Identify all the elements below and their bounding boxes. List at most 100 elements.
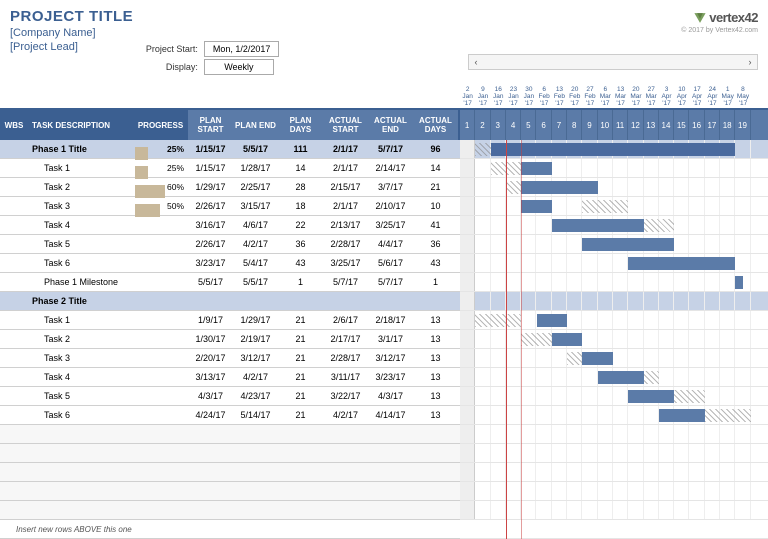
empty-row <box>0 425 460 444</box>
table-row[interactable]: Task 54/3/174/23/17213/22/174/3/1713 <box>0 387 460 406</box>
column-headers: WBS TASK DESCRIPTION PROGRESS PLAN START… <box>0 110 460 140</box>
empty-row <box>0 444 460 463</box>
table-row[interactable]: Task 350%2/26/173/15/17182/1/172/10/1710 <box>0 197 460 216</box>
table-row[interactable]: Phase 1 Title25%1/15/175/5/171112/1/175/… <box>0 140 460 159</box>
task-name: Task 4 <box>28 220 133 230</box>
week-number: 1 <box>460 110 475 140</box>
date-cell: 10Apr'17 <box>674 85 689 108</box>
table-row[interactable]: Task 43/13/174/2/17213/11/173/23/1713 <box>0 368 460 387</box>
gantt-plan-bar <box>582 200 628 213</box>
gantt-actual-bar <box>491 143 736 156</box>
table-row[interactable]: Task 21/30/172/19/17212/17/173/1/1713 <box>0 330 460 349</box>
today-line <box>506 140 507 539</box>
gantt-chart: 12345678910111213141516171819 <box>460 110 768 539</box>
table-row[interactable]: Task 63/23/175/4/17433/25/175/6/1743 <box>0 254 460 273</box>
date-cell: 13Mar'17 <box>613 85 628 108</box>
company-name: [Company Name] <box>10 27 279 39</box>
gantt-actual-bar <box>659 409 705 422</box>
gantt-actual-bar <box>582 238 674 251</box>
gantt-actual-bar <box>521 162 552 175</box>
display-label: Display: <box>128 62 198 72</box>
gantt-actual-bar <box>598 371 644 384</box>
date-cell: 2Jan'17 <box>460 85 475 108</box>
progress-cell: 25% <box>133 144 188 154</box>
scroll-left-icon[interactable]: ‹ <box>469 55 483 69</box>
date-cell: 24Apr'17 <box>705 85 720 108</box>
task-name: Phase 2 Title <box>28 296 133 306</box>
table-row[interactable]: Task 64/24/175/14/17214/2/174/14/1713 <box>0 406 460 425</box>
week-number: 14 <box>659 110 674 140</box>
week-number: 18 <box>720 110 735 140</box>
date-cell: 16Jan'17 <box>491 85 506 108</box>
table-row[interactable]: Task 260%1/29/172/25/17282/15/173/7/1721 <box>0 178 460 197</box>
date-cell: 17Apr'17 <box>689 85 704 108</box>
table-row[interactable]: Task 11/9/171/29/17212/6/172/18/1713 <box>0 311 460 330</box>
col-actual-days: ACTUAL DAYS <box>413 110 458 140</box>
logo-text: vertex42 <box>709 10 758 25</box>
task-name: Task 1 <box>28 163 133 173</box>
gantt-actual-bar <box>537 314 568 327</box>
date-cell: 23Jan'17 <box>506 85 521 108</box>
gantt-actual-bar <box>735 276 743 289</box>
week-number: 7 <box>552 110 567 140</box>
empty-row <box>0 463 460 482</box>
task-table: WBS TASK DESCRIPTION PROGRESS PLAN START… <box>0 110 460 539</box>
project-title: PROJECT TITLE <box>10 8 279 25</box>
week-number: 3 <box>491 110 506 140</box>
timeline-scrollbar[interactable]: ‹ › <box>468 54 758 70</box>
empty-row <box>0 501 460 520</box>
task-name: Task 6 <box>28 258 133 268</box>
logo-icon <box>693 11 707 25</box>
col-task: TASK DESCRIPTION <box>28 110 133 140</box>
task-name: Task 3 <box>28 201 133 211</box>
task-name: Phase 1 Milestone <box>28 277 133 287</box>
week-number: 6 <box>536 110 551 140</box>
scroll-right-icon[interactable]: › <box>743 55 757 69</box>
header: PROJECT TITLE [Company Name] [Project Le… <box>0 0 768 79</box>
task-name: Task 2 <box>28 182 133 192</box>
week-number: 10 <box>598 110 613 140</box>
gantt-actual-bar <box>582 352 613 365</box>
task-name: Task 6 <box>28 410 133 420</box>
progress-cell: 50% <box>133 201 188 211</box>
start-value[interactable]: Mon, 1/2/2017 <box>204 41 280 57</box>
gantt-plan-bar <box>475 314 521 327</box>
date-cell: 27Mar'17 <box>644 85 659 108</box>
vertex42-logo: vertex42 <box>468 10 758 25</box>
task-name: Task 5 <box>28 239 133 249</box>
table-row[interactable]: Task 52/26/174/2/17362/28/174/4/1736 <box>0 235 460 254</box>
week-number: 8 <box>567 110 582 140</box>
gantt-actual-bar <box>521 181 598 194</box>
table-row[interactable]: Phase 2 Title <box>0 292 460 311</box>
date-cell: 1May'17 <box>720 85 735 108</box>
week-number: 16 <box>689 110 704 140</box>
copyright: © 2017 by Vertex42.com <box>468 27 758 34</box>
date-cell: 27Feb'17 <box>582 85 597 108</box>
date-cell: 3Apr'17 <box>659 85 674 108</box>
week-number: 12 <box>628 110 643 140</box>
week-number: 11 <box>613 110 628 140</box>
task-name: Task 3 <box>28 353 133 363</box>
week-number: 17 <box>705 110 720 140</box>
display-value[interactable]: Weekly <box>204 59 274 75</box>
col-actual-end: ACTUAL END <box>368 110 413 140</box>
gantt-week-header: 12345678910111213141516171819 <box>460 110 768 140</box>
week-number: 13 <box>644 110 659 140</box>
gantt-actual-bar <box>552 333 583 346</box>
col-plan-days: PLAN DAYS <box>278 110 323 140</box>
table-row[interactable]: Task 125%1/15/171/28/17142/1/172/14/1714 <box>0 159 460 178</box>
week-number: 2 <box>475 110 490 140</box>
start-label: Project Start: <box>128 44 198 54</box>
task-name: Task 2 <box>28 334 133 344</box>
gantt-plan-bar <box>705 409 751 422</box>
timeline-dates: 2Jan'179Jan'1716Jan'1723Jan'1730Jan'176F… <box>460 85 768 108</box>
task-name: Task 4 <box>28 372 133 382</box>
task-name: Task 1 <box>28 315 133 325</box>
table-row[interactable]: Task 32/20/173/12/17212/28/173/12/1713 <box>0 349 460 368</box>
table-row[interactable]: Task 43/16/174/6/17222/13/173/25/1741 <box>0 216 460 235</box>
date-cell: 6Mar'17 <box>598 85 613 108</box>
date-cell: 9Jan'17 <box>475 85 490 108</box>
progress-cell: 60% <box>133 182 188 192</box>
table-row[interactable]: Phase 1 Milestone5/5/175/5/1715/7/175/7/… <box>0 273 460 292</box>
week-number: 19 <box>735 110 750 140</box>
